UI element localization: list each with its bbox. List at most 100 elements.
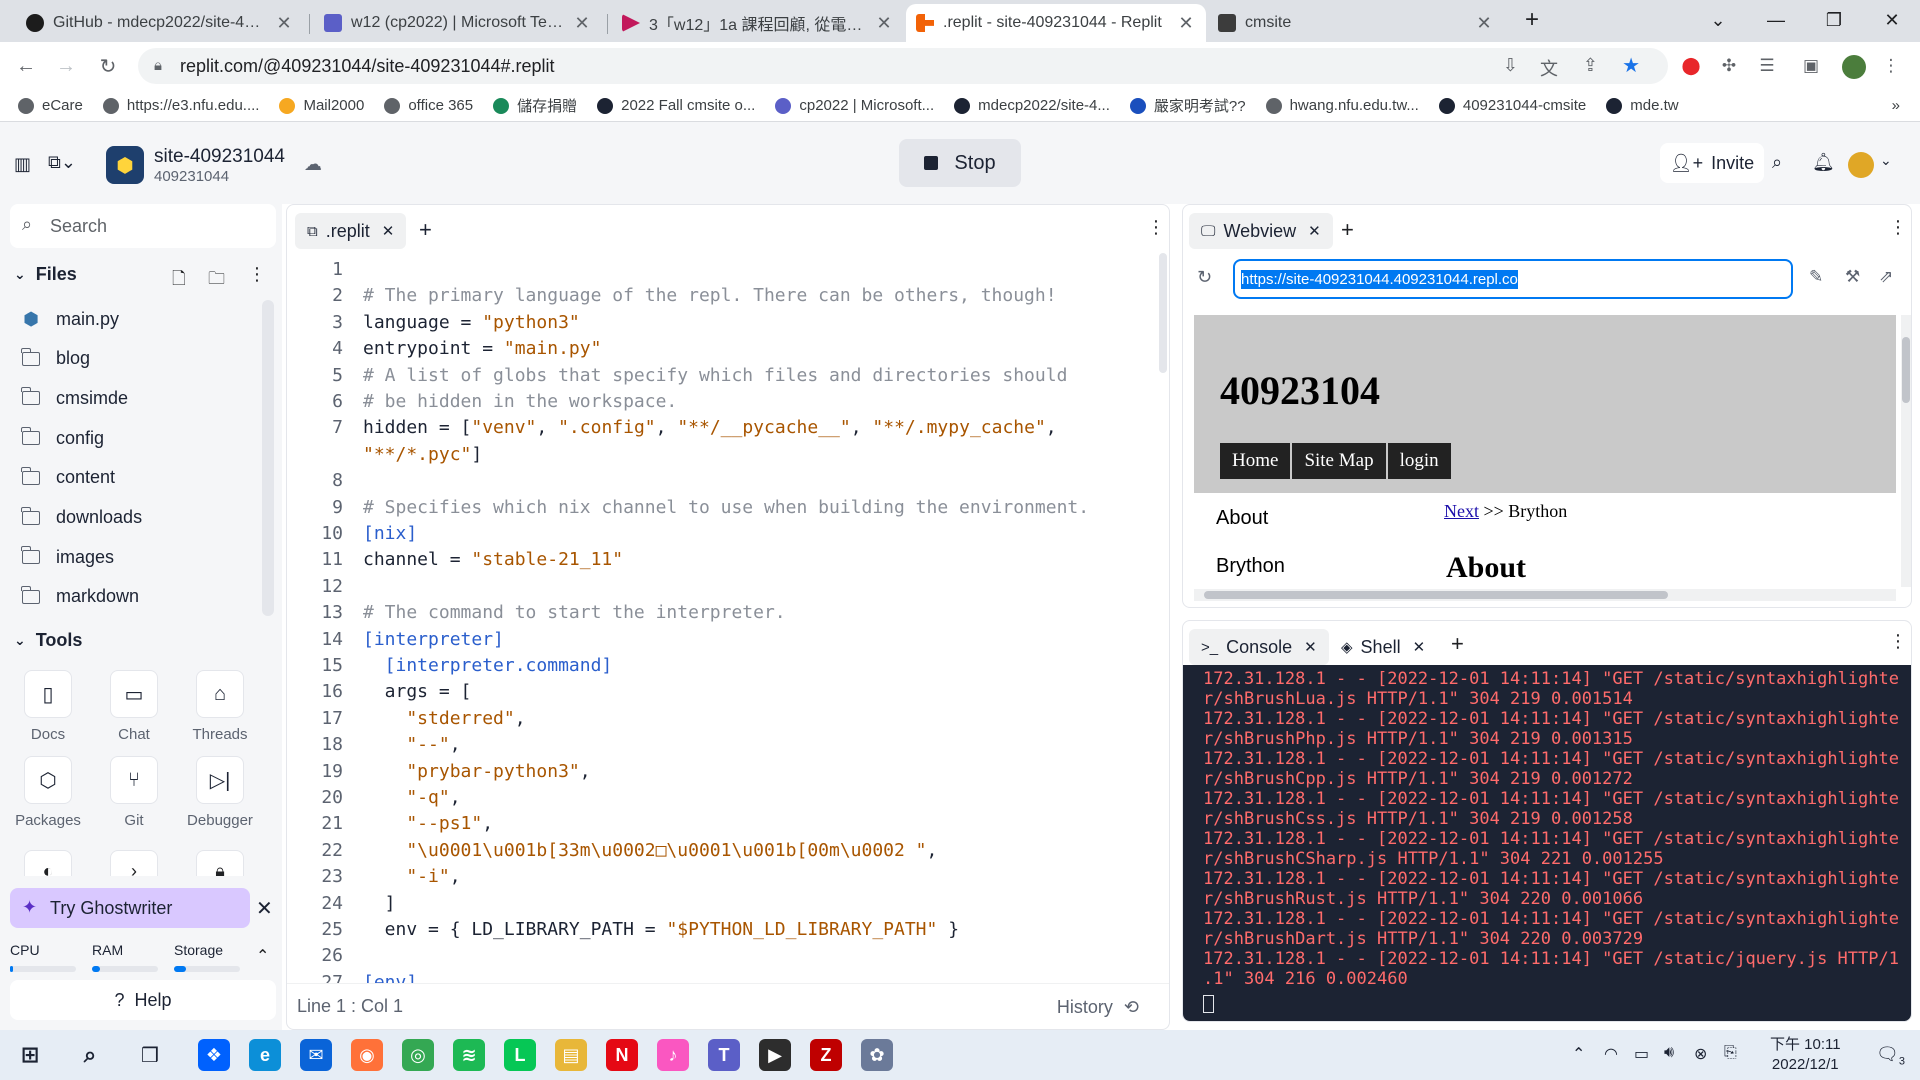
firefox-app-icon[interactable]: ◉: [351, 1039, 383, 1071]
console-menu-icon[interactable]: ⋮: [1889, 631, 1907, 652]
file-list-scrollbar[interactable]: [262, 300, 274, 616]
back-icon[interactable]: ←: [10, 50, 42, 82]
share-icon[interactable]: ⇪: [1583, 55, 1598, 76]
repl-owner[interactable]: 409231044: [154, 168, 229, 185]
volume-icon[interactable]: 🔊︎: [1664, 1044, 1674, 1062]
new-folder-icon[interactable]: 🗀: [208, 266, 225, 295]
browser-tab-video[interactable]: 3「w12」1a 課程回顧, 從電腦輔 ✕: [612, 4, 904, 42]
bookmark-star-icon[interactable]: ★: [1622, 53, 1640, 78]
notification-center-icon[interactable]: 🗨︎3: [1876, 1044, 1905, 1068]
editor-tab-replit-file[interactable]: ⧉ .replit ✕: [295, 213, 407, 249]
dropbox-app-icon[interactable]: ❖: [198, 1039, 230, 1071]
open-new-tab-icon[interactable]: ⇗: [1879, 267, 1893, 287]
stop-button[interactable]: Stop: [899, 139, 1021, 187]
code-area[interactable]: 1 2 # The primary language of the repl. Th…: [287, 253, 1169, 983]
bookmark-item[interactable]: cp2022 | Microsoft...: [775, 97, 934, 114]
try-ghostwriter-button[interactable]: ✦ Try Ghostwriter: [10, 888, 250, 928]
webview-url-input[interactable]: https://site-409231044.409231044.repl.co: [1233, 259, 1793, 299]
replit-logo-icon[interactable]: ⧉⌄: [48, 152, 76, 173]
editor-menu-icon[interactable]: ⋮: [1147, 217, 1165, 238]
minimize-button[interactable]: —: [1748, 0, 1804, 40]
bookmark-item[interactable]: mdecp2022/site-4...: [954, 97, 1110, 114]
close-tab-icon[interactable]: ✕: [382, 222, 395, 240]
next-link[interactable]: Next: [1444, 501, 1479, 521]
tool-git[interactable]: ⑂ Git: [94, 756, 174, 836]
edit-url-icon[interactable]: ✎: [1809, 267, 1823, 287]
settings-app-icon[interactable]: ✿: [861, 1039, 893, 1071]
tab-search-icon[interactable]: ⌄: [1690, 0, 1746, 40]
maximize-button[interactable]: ❐: [1806, 0, 1862, 40]
new-tab-button[interactable]: +: [1504, 0, 1560, 40]
teams-app-icon[interactable]: T: [708, 1039, 740, 1071]
file-tree-item[interactable]: ⬢ main.py: [20, 300, 260, 338]
close-tab-icon[interactable]: ✕: [1413, 638, 1426, 656]
webview-menu-icon[interactable]: ⋮: [1889, 217, 1907, 238]
itunes-app-icon[interactable]: ♪: [657, 1039, 689, 1071]
search-icon[interactable]: ⌕: [1772, 152, 1782, 173]
webview-vertical-scrollbar[interactable]: [1901, 315, 1911, 587]
bookmark-item[interactable]: eCare: [18, 97, 83, 114]
browser-menu-icon[interactable]: ⋮: [1880, 55, 1902, 77]
editor-scrollbar[interactable]: [1159, 253, 1167, 373]
bookmark-item[interactable]: https://e3.nfu.edu....: [102, 97, 259, 114]
wifi-icon[interactable]: ◠: [1604, 1044, 1618, 1064]
close-tab-icon[interactable]: ✕: [874, 13, 894, 34]
site-sidebar-brython[interactable]: Brython: [1216, 555, 1285, 578]
close-window-button[interactable]: ✕: [1864, 0, 1920, 40]
search-input[interactable]: ⌕ Search: [10, 204, 276, 248]
search-icon[interactable]: ⌕: [74, 1039, 106, 1071]
invite-button[interactable]: 👤︎+ Invite: [1660, 143, 1764, 183]
side-panel-icon[interactable]: ▣: [1800, 55, 1822, 77]
chevron-up-icon[interactable]: ⌃: [256, 946, 269, 966]
browser-tab-replit[interactable]: .replit - site-409231044 - Replit ✕: [906, 4, 1206, 42]
translate-icon[interactable]: 文: [1540, 55, 1558, 81]
file-tree-item[interactable]: cmsimde: [20, 379, 260, 417]
site-nav-site-map[interactable]: Site Map: [1292, 443, 1386, 479]
bookmark-item[interactable]: 409231044-cmsite: [1438, 97, 1586, 114]
opera-extension-icon[interactable]: ⬤: [1680, 55, 1702, 77]
file-tree-item[interactable]: blog: [20, 340, 260, 378]
webview-tab[interactable]: 🖵︎ Webview ✕: [1189, 213, 1333, 249]
secrets-tool-icon[interactable]: 🔒︎: [196, 850, 244, 876]
close-tab-icon[interactable]: ✕: [1176, 13, 1196, 34]
tools-section-header[interactable]: ⌄ Tools: [14, 630, 82, 651]
tool-docs[interactable]: ▯ Docs: [8, 670, 88, 750]
chrome-app-icon[interactable]: ◎: [402, 1039, 434, 1071]
file-tree-item[interactable]: content: [20, 459, 260, 497]
sidebar-toggle-icon[interactable]: ▥: [14, 154, 31, 175]
help-button[interactable]: ? Help: [10, 980, 276, 1020]
mail-app-icon[interactable]: ✉: [300, 1039, 332, 1071]
scroll-thumb[interactable]: [1204, 591, 1668, 599]
ghostwriter-tool-icon[interactable]: ◐: [24, 850, 72, 876]
tool-threads[interactable]: ⌂ Threads: [180, 670, 260, 750]
extensions-icon[interactable]: ✣: [1718, 55, 1740, 77]
close-tab-icon[interactable]: ✕: [1304, 638, 1317, 656]
browser-tab-github[interactable]: GitHub - mdecp2022/site-4092 ✕: [16, 4, 304, 42]
forward-icon[interactable]: →: [50, 50, 82, 82]
task-view-icon[interactable]: ❒: [134, 1039, 166, 1071]
scroll-thumb[interactable]: [1902, 337, 1910, 403]
new-pane-tab-button[interactable]: +: [1341, 217, 1354, 243]
close-tab-icon[interactable]: ✕: [1308, 222, 1321, 240]
bookmark-item[interactable]: 嚴家明考試??: [1129, 95, 1246, 116]
battery-icon[interactable]: ▭: [1634, 1044, 1649, 1064]
close-tab-icon[interactable]: ✕: [274, 13, 294, 34]
install-app-icon[interactable]: ⇩: [1503, 55, 1518, 76]
edge-app-icon[interactable]: e: [249, 1039, 281, 1071]
clock[interactable]: 下午 10:11 2022/12/1: [1770, 1035, 1841, 1075]
file-tree-item[interactable]: config: [20, 419, 260, 457]
file-tree-item[interactable]: downloads: [20, 499, 260, 537]
console-tab[interactable]: >_ Console ✕: [1189, 629, 1329, 665]
chevron-up-icon[interactable]: ⌃: [1572, 1044, 1585, 1064]
reload-icon[interactable]: ↻: [1197, 267, 1212, 288]
new-pane-tab-button[interactable]: +: [1451, 631, 1464, 657]
shell-tab[interactable]: ◈ Shell ✕: [1329, 629, 1437, 665]
files-section-header[interactable]: ⌄ Files: [14, 264, 77, 285]
reading-list-icon[interactable]: ☰: [1756, 55, 1778, 77]
spotify-app-icon[interactable]: ≋: [453, 1039, 485, 1071]
new-editor-tab-button[interactable]: +: [419, 217, 432, 243]
tool-packages[interactable]: ⬡ Packages: [8, 756, 88, 836]
devtools-icon[interactable]: ⚒: [1845, 267, 1860, 287]
bookmark-item[interactable]: office 365: [384, 97, 473, 114]
repl-name[interactable]: site-409231044: [154, 146, 285, 168]
